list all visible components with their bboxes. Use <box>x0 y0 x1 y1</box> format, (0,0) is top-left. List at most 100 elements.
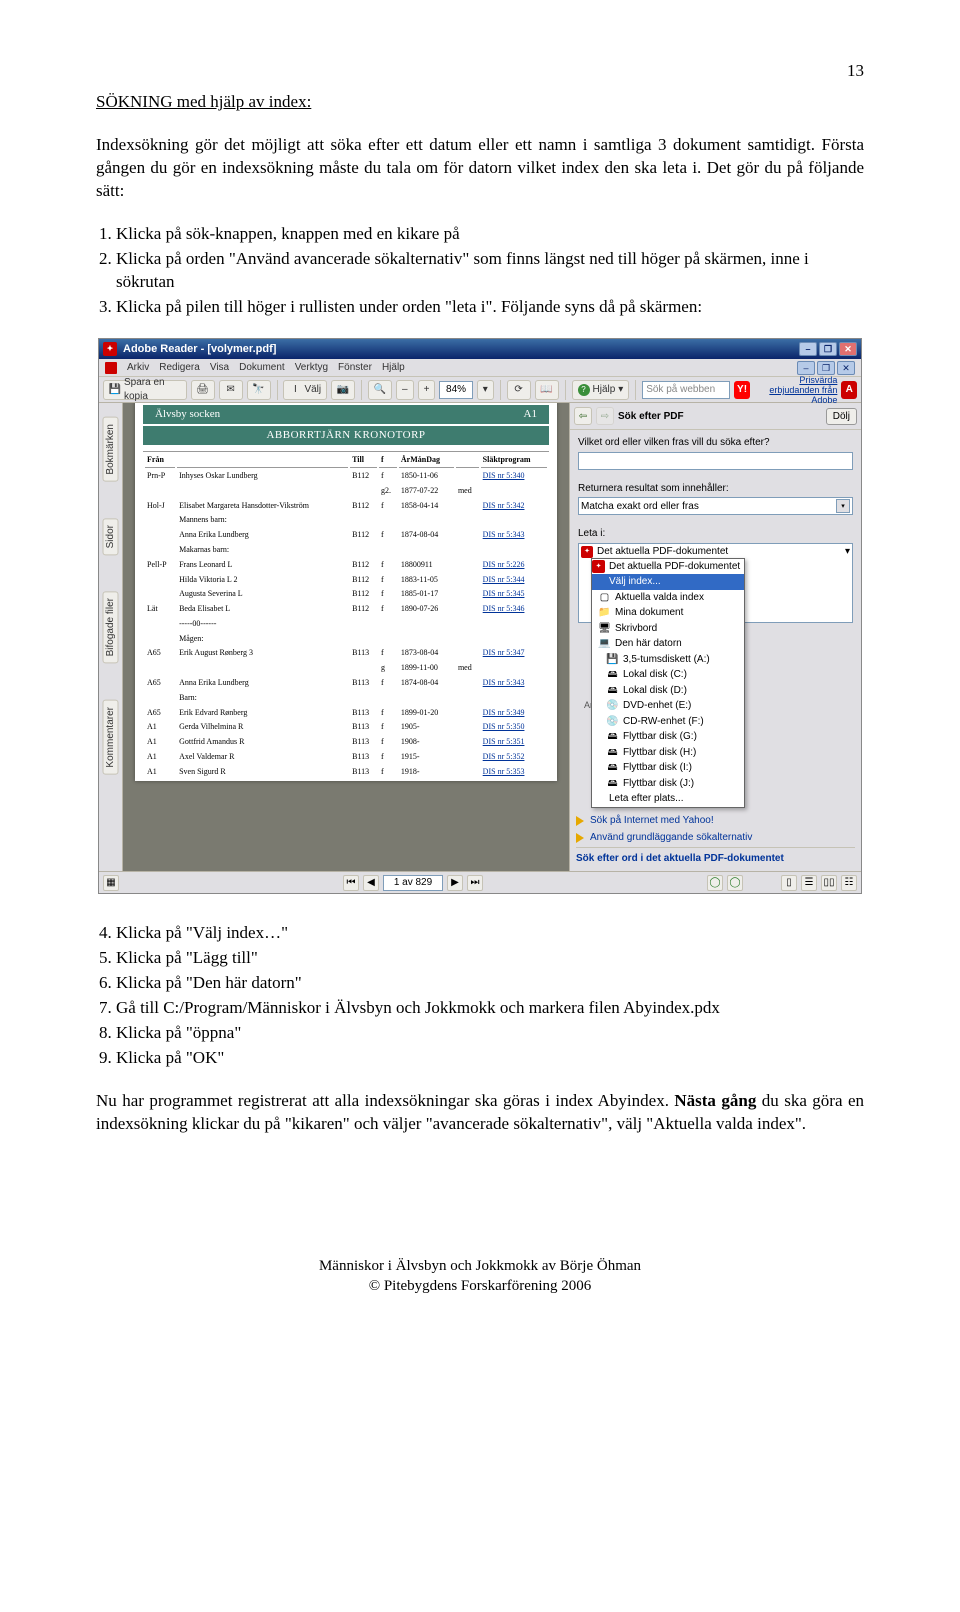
adobe-icon[interactable]: A <box>841 381 857 399</box>
page-indicator[interactable]: 1 av 829 <box>383 875 443 891</box>
last-page-button[interactable]: ⏭ <box>467 875 483 891</box>
table-cell[interactable]: DIS nr 5:342 <box>481 500 547 513</box>
dropdown-item[interactable]: Välj index... <box>592 574 744 590</box>
table-cell: B113 <box>350 766 377 779</box>
rotate-button[interactable]: ⟳ <box>507 380 531 400</box>
dropdown-item[interactable]: 📁Mina dokument <box>592 605 744 621</box>
tab-bookmarks[interactable]: Bokmärken <box>103 417 119 482</box>
dropdown-item[interactable]: 🖴Flyttbar disk (I:) <box>592 760 744 776</box>
prev-page-button[interactable]: ◀ <box>363 875 379 891</box>
table-cell[interactable]: DIS nr 5:345 <box>481 588 547 601</box>
basic-options-link[interactable]: Använd grundläggande sökalternativ <box>576 829 855 847</box>
menu-hjalp[interactable]: Hjälp <box>382 361 405 375</box>
table-cell[interactable]: DIS nr 5:340 <box>481 470 547 483</box>
doc-restore-button[interactable]: ❐ <box>817 361 835 375</box>
table-cell[interactable]: DIS nr 5:344 <box>481 574 547 587</box>
dropdown-item[interactable]: 🖴Lokal disk (C:) <box>592 667 744 683</box>
dropdown-item[interactable]: 🖴Lokal disk (D:) <box>592 683 744 699</box>
dropdown-item-label: DVD-enhet (E:) <box>623 699 691 713</box>
dropdown-item[interactable]: Leta efter plats... <box>592 791 744 807</box>
dropdown-item[interactable]: 💾3,5-tumsdiskett (A:) <box>592 652 744 668</box>
next-page-button[interactable]: ▶ <box>447 875 463 891</box>
first-page-button[interactable]: ⏮ <box>343 875 359 891</box>
snapshot-button[interactable]: 📷 <box>331 380 355 400</box>
search-current-doc-link[interactable]: Sök efter ord i det aktuella PDF-dokumen… <box>576 847 855 868</box>
dropdown-item[interactable]: 🖴Flyttbar disk (J:) <box>592 776 744 792</box>
table-cell[interactable]: DIS nr 5:352 <box>481 751 547 764</box>
nav-fwd-button[interactable]: ◯ <box>727 875 743 891</box>
yahoo-icon[interactable]: Y! <box>734 381 750 399</box>
table-cell[interactable]: DIS nr 5:353 <box>481 766 547 779</box>
dropdown-item[interactable]: 💿CD-RW-enhet (F:) <box>592 714 744 730</box>
table-cell[interactable]: DIS nr 5:343 <box>481 529 547 542</box>
zoom-plus-button[interactable]: + <box>418 380 436 400</box>
minimize-button[interactable]: – <box>799 342 817 356</box>
table-cell[interactable]: DIS nr 5:351 <box>481 736 547 749</box>
zoom-field[interactable]: 84% <box>439 381 472 399</box>
table-cell: B112 <box>350 574 377 587</box>
panel-fwd-button[interactable]: ⇨ <box>596 407 614 425</box>
dropdown-item[interactable]: 💿DVD-enhet (E:) <box>592 698 744 714</box>
hide-button[interactable]: Dölj <box>826 408 857 426</box>
table-cell: Prn-P <box>145 470 175 483</box>
menu-redigera[interactable]: Redigera <box>159 361 200 375</box>
page-number: 13 <box>96 60 864 83</box>
table-row: A65Erik Edvard RønbergB113f1899-01-20DIS… <box>145 707 547 720</box>
adobe-promo-link[interactable]: Prisvärda erbjudanden från Adobe <box>754 375 838 405</box>
dropdown-item[interactable]: 🖴Flyttbar disk (G:) <box>592 729 744 745</box>
tab-comments[interactable]: Kommentarer <box>103 700 119 775</box>
save-copy-button[interactable]: 💾 Spara en kopia <box>103 380 187 400</box>
steps-list-2: Klicka på "Välj index…"Klicka på "Lägg t… <box>116 922 864 1070</box>
location-icon: 💻 <box>598 638 611 651</box>
dropdown-item[interactable]: ▢Aktuella valda index <box>592 590 744 606</box>
dropdown-item[interactable]: 🖥Skrivbord <box>592 621 744 637</box>
mail-button[interactable]: ✉ <box>219 380 243 400</box>
menu-fonster[interactable]: Fönster <box>338 361 372 375</box>
facing-view[interactable]: ▯▯ <box>821 875 837 891</box>
doc-close-button[interactable]: ✕ <box>837 361 855 375</box>
ebook-button[interactable]: 📖 <box>535 380 559 400</box>
doc-minimize-button[interactable]: – <box>797 361 815 375</box>
continuous-view[interactable]: ☰ <box>801 875 817 891</box>
search-term-input[interactable] <box>578 452 853 470</box>
match-mode-select[interactable]: Matcha exakt ord eller fras ▾ <box>578 497 853 515</box>
document-viewport[interactable]: Älvsby socken A1 ABBORRTJÄRN KRONOTORP F… <box>123 403 569 871</box>
dropdown-item[interactable]: ✦Det aktuella PDF-dokumentet <box>592 559 744 575</box>
dropdown-item[interactable]: 💻Den här datorn <box>592 636 744 652</box>
arrow-icon <box>576 833 584 843</box>
view-thumb-icon[interactable]: ▦ <box>103 875 119 891</box>
table-cell[interactable]: DIS nr 5:346 <box>481 603 547 616</box>
web-search-input[interactable]: Sök på webben <box>642 381 730 399</box>
table-row: LätBeda Elisabet LB112f1890-07-26DIS nr … <box>145 603 547 616</box>
doc-banner-left: Älvsby socken <box>155 407 220 422</box>
zoom-dropdown[interactable]: ▾ <box>477 380 494 400</box>
table-cell[interactable]: DIS nr 5:343 <box>481 677 547 690</box>
maximize-button[interactable]: ❐ <box>819 342 837 356</box>
search-yahoo-link[interactable]: Sök på Internet med Yahoo! <box>576 812 855 830</box>
nav-back-button[interactable]: ◯ <box>707 875 723 891</box>
close-button[interactable]: ✕ <box>839 342 857 356</box>
step-item: Klicka på "Lägg till" <box>116 947 864 970</box>
dropdown-item[interactable]: 🖴Flyttbar disk (H:) <box>592 745 744 761</box>
table-cell[interactable]: DIS nr 5:349 <box>481 707 547 720</box>
search-button[interactable]: 🔭 <box>247 380 271 400</box>
table-cell[interactable]: DIS nr 5:350 <box>481 721 547 734</box>
zoom-out-button[interactable]: 🔍 <box>368 380 392 400</box>
menu-visa[interactable]: Visa <box>210 361 229 375</box>
print-button[interactable]: 🖨 <box>191 380 215 400</box>
menu-verktyg[interactable]: Verktyg <box>295 361 328 375</box>
tab-pages[interactable]: Sidor <box>103 518 119 555</box>
single-page-view[interactable]: ▯ <box>781 875 797 891</box>
select-tool-button[interactable]: I Välj <box>283 380 327 400</box>
panel-back-button[interactable]: ⇦ <box>574 407 592 425</box>
tab-attachments[interactable]: Bifogade filer <box>103 591 119 663</box>
table-cell <box>481 544 547 557</box>
table-cell[interactable]: DIS nr 5:226 <box>481 559 547 572</box>
continuous-facing-view[interactable]: ☷ <box>841 875 857 891</box>
menu-dokument[interactable]: Dokument <box>239 361 285 375</box>
zoom-minus-button[interactable]: – <box>396 380 414 400</box>
help-button[interactable]: ? Hjälp▾ <box>572 380 630 400</box>
look-in-listbox[interactable]: ✦ Det aktuella PDF-dokumentet ▾ ✦Det akt… <box>578 543 853 623</box>
table-cell[interactable]: DIS nr 5:347 <box>481 647 547 660</box>
menu-arkiv[interactable]: Arkiv <box>127 361 149 375</box>
